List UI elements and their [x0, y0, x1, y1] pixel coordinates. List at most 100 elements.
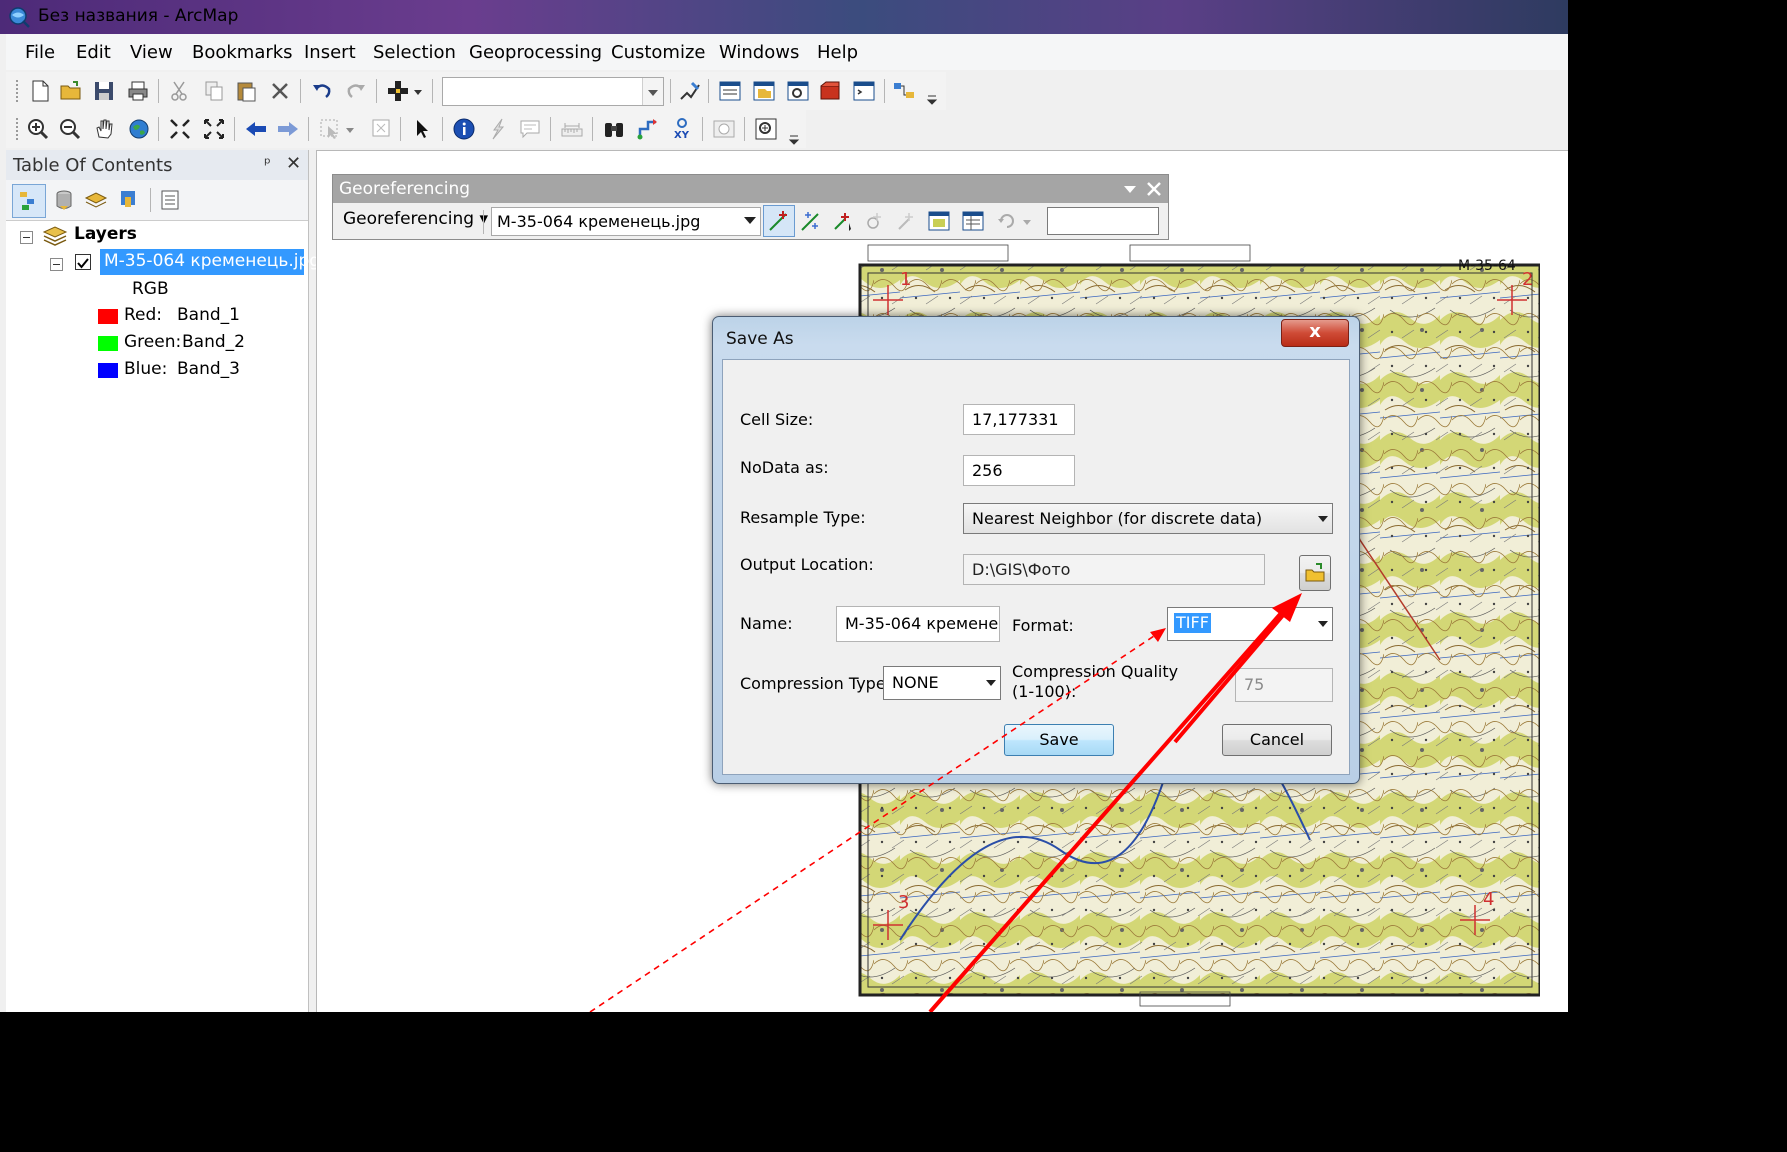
menu-selection[interactable]: Selection — [373, 42, 456, 63]
list-by-source-icon[interactable] — [52, 188, 76, 212]
add-data-icon[interactable] — [386, 79, 410, 103]
cancel-button[interactable]: Cancel — [1222, 724, 1332, 756]
time-slider-icon[interactable] — [712, 117, 736, 141]
add-control-points-button[interactable] — [763, 205, 795, 237]
zoom-in-icon[interactable] — [26, 117, 50, 141]
menu-customize[interactable]: Customize — [611, 42, 705, 63]
green-band-swatch[interactable] — [98, 336, 118, 351]
chevron-down-icon[interactable] — [412, 79, 424, 103]
editor-toolbar-icon[interactable] — [678, 79, 702, 103]
full-extent-globe-icon[interactable] — [127, 117, 151, 141]
layers-collapse-toggle[interactable] — [20, 231, 33, 244]
zoom-out-icon[interactable] — [58, 117, 82, 141]
delete-link-icon[interactable] — [895, 209, 919, 233]
go-forward-arrow-icon[interactable] — [276, 117, 300, 141]
measure-ruler-icon[interactable] — [560, 117, 584, 141]
copy-icon[interactable] — [202, 79, 226, 103]
fixed-zoom-in-icon[interactable] — [168, 117, 192, 141]
arctoolbox-icon[interactable] — [818, 79, 842, 103]
chevron-down-icon[interactable] — [1123, 185, 1137, 195]
new-document-icon[interactable] — [28, 79, 52, 103]
rotate-icon[interactable] — [995, 209, 1019, 233]
scale-combobox[interactable] — [442, 77, 664, 106]
list-by-visibility-icon[interactable] — [84, 188, 108, 212]
find-binoculars-icon[interactable] — [602, 117, 626, 141]
close-icon[interactable]: ✕ — [286, 153, 301, 174]
toolbar-grip[interactable] — [16, 118, 21, 140]
identify-info-icon[interactable] — [452, 117, 476, 141]
python-window-icon[interactable] — [852, 79, 876, 103]
resample-type-select[interactable]: Nearest Neighbor (for discrete data) — [963, 503, 1333, 534]
menu-help[interactable]: Help — [817, 42, 858, 63]
menu-bookmarks[interactable]: Bookmarks — [192, 42, 293, 63]
fixed-zoom-out-icon[interactable] — [202, 117, 226, 141]
toc-window-icon[interactable] — [718, 79, 742, 103]
layer-collapse-toggle[interactable] — [50, 258, 63, 271]
undo-icon[interactable] — [310, 79, 334, 103]
menu-windows[interactable]: Windows — [719, 42, 799, 63]
georeferencing-menu[interactable]: Georeferencing ▾ — [343, 209, 488, 229]
georeferencing-titlebar[interactable]: Georeferencing — [333, 175, 1168, 203]
list-by-selection-icon[interactable] — [118, 188, 142, 212]
menu-file[interactable]: File — [25, 42, 55, 63]
select-features-icon[interactable] — [318, 117, 342, 141]
html-popup-icon[interactable] — [518, 117, 542, 141]
redo-icon[interactable] — [344, 79, 368, 103]
save-button[interactable]: Save — [1004, 724, 1114, 756]
cut-icon[interactable] — [168, 79, 192, 103]
layer-name[interactable]: M-35-064 кременець.jpg — [104, 251, 320, 271]
nodata-input[interactable]: 256 — [963, 455, 1075, 486]
save-icon[interactable] — [92, 79, 116, 103]
name-input[interactable]: M-35-064 кременець — [836, 606, 1000, 642]
select-link-icon[interactable] — [831, 209, 855, 233]
georef-layer-select[interactable]: M-35-064 кременець.jpg — [491, 207, 761, 236]
toc-options-icon[interactable] — [158, 188, 182, 212]
chevron-down-icon[interactable] — [642, 78, 663, 105]
list-by-drawing-order-button[interactable] — [12, 184, 46, 218]
open-folder-icon[interactable] — [59, 79, 83, 103]
toolbar-separator — [376, 79, 377, 103]
magnifier-window-icon[interactable] — [754, 117, 778, 141]
layers-root-label[interactable]: Layers — [74, 224, 137, 244]
menu-view[interactable]: View — [130, 42, 173, 63]
modelbuilder-icon[interactable] — [892, 79, 916, 103]
catalog-window-icon[interactable] — [752, 79, 776, 103]
format-select[interactable]: TIFF — [1167, 607, 1333, 641]
paste-icon[interactable] — [234, 79, 258, 103]
output-location-input[interactable]: D:\GIS\Фото — [963, 554, 1265, 585]
rotation-angle-input[interactable] — [1047, 207, 1159, 235]
zoom-to-selected-link-icon[interactable] — [863, 209, 887, 233]
menu-geoprocessing[interactable]: Geoprocessing — [469, 42, 602, 63]
find-route-icon[interactable] — [636, 117, 660, 141]
select-elements-arrow-icon[interactable] — [410, 117, 434, 141]
toolbar-options-icon[interactable] — [788, 122, 800, 146]
delete-icon[interactable] — [268, 79, 292, 103]
compression-type-select[interactable]: NONE — [883, 666, 1001, 700]
chevron-down-icon[interactable] — [1021, 209, 1033, 233]
pin-icon[interactable]: ᵖ — [264, 154, 271, 173]
auto-adjust-icon[interactable] — [799, 209, 823, 233]
print-icon[interactable] — [126, 79, 150, 103]
pan-hand-icon[interactable] — [92, 117, 116, 141]
compression-quality-input[interactable]: 75 — [1235, 668, 1333, 702]
search-window-icon[interactable] — [786, 79, 810, 103]
toolbar-options-icon[interactable] — [926, 82, 938, 106]
clear-selection-icon[interactable] — [370, 117, 394, 141]
menu-edit[interactable]: Edit — [76, 42, 111, 63]
hyperlink-lightning-icon[interactable] — [486, 117, 510, 141]
cell-size-input[interactable]: 17,177331 — [963, 404, 1075, 435]
menu-bar: File Edit View Bookmarks Insert Selectio… — [6, 34, 1568, 70]
red-band-swatch[interactable] — [98, 309, 118, 324]
browse-folder-button[interactable] — [1299, 555, 1331, 591]
blue-band-swatch[interactable] — [98, 363, 118, 378]
view-link-table-icon[interactable] — [961, 209, 985, 233]
close-icon[interactable] — [1146, 181, 1162, 197]
toolbar-grip[interactable] — [16, 80, 21, 102]
go-back-arrow-icon[interactable] — [244, 117, 268, 141]
viewer-icon[interactable] — [927, 209, 951, 233]
menu-insert[interactable]: Insert — [304, 42, 356, 63]
dialog-close-button[interactable]: x — [1281, 319, 1349, 347]
go-to-xy-icon[interactable]: XY — [670, 117, 694, 141]
chevron-down-icon[interactable] — [344, 117, 356, 141]
layer-visibility-checkbox[interactable] — [75, 254, 91, 270]
